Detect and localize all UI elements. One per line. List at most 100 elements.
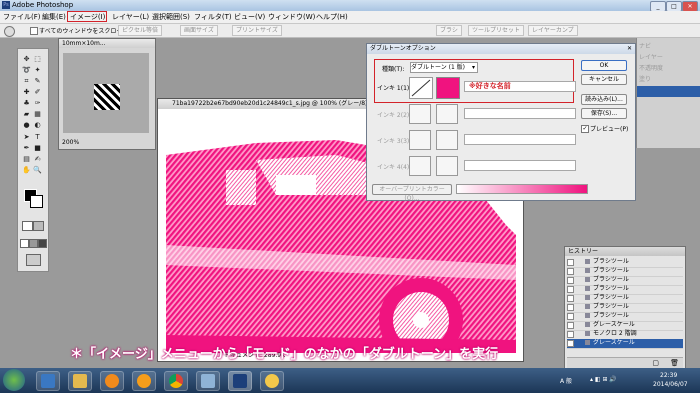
path-selection-tool-icon[interactable]: ➤ (22, 133, 31, 142)
duotone-gradient-bar (456, 184, 588, 194)
clock-date[interactable]: 2014/06/07 (653, 381, 688, 388)
dialog-titlebar[interactable]: ダブルトーンオプション ✕ (367, 44, 635, 54)
document-title: 71ba19722b2e67bd90eb20d1c24849c1_s.jpg @… (172, 100, 368, 107)
tab-tool-presets[interactable]: ツールプリセット (468, 25, 525, 36)
cancel-button[interactable]: キャンセル (581, 74, 627, 85)
ink3-color-swatch[interactable] (436, 130, 458, 150)
standard-mode-icon[interactable] (22, 221, 33, 231)
ok-button[interactable]: OK (581, 60, 627, 71)
save-button[interactable]: 保存(S)... (581, 108, 627, 119)
clock-time[interactable]: 22:39 (660, 372, 677, 379)
brush-icon (585, 259, 590, 264)
overprint-colors-button[interactable]: オーバープリントカラー(O)... (372, 184, 452, 202)
shape-tool-icon[interactable]: ■ (33, 144, 42, 153)
stripe-pattern-image (94, 84, 120, 110)
ink1-name-field[interactable]: ※好きな名前 (464, 81, 576, 92)
new-snapshot-icon[interactable]: ▢ (652, 359, 659, 367)
magic-wand-tool-icon[interactable]: ✦ (33, 66, 42, 75)
scroll-all-checkbox[interactable] (30, 27, 38, 35)
gradient-tool-icon[interactable]: ▦ (33, 110, 42, 119)
tab-layer-comps[interactable]: レイヤーカンプ (528, 25, 578, 36)
brush-icon (585, 304, 590, 309)
marquee-tool-icon[interactable]: ⬚ (33, 55, 42, 64)
menu-window[interactable]: ウィンドウ(W) (268, 12, 315, 22)
ink2-curve-box[interactable] (409, 104, 431, 124)
orange-app-taskbar-icon[interactable] (132, 371, 156, 391)
eraser-tool-icon[interactable]: ▰ (22, 110, 31, 119)
fit-screen-button[interactable]: 画面サイズ (180, 25, 218, 36)
menu-edit[interactable]: 編集(E) (42, 12, 66, 22)
blur-tool-icon[interactable]: ● (22, 121, 31, 130)
chrome-taskbar-icon[interactable] (164, 371, 188, 391)
menu-file[interactable]: ファイル(F) (3, 12, 41, 22)
type-select[interactable]: ダブルトーン (1 版) ▾ (410, 62, 478, 73)
screen-mode-3-icon[interactable] (38, 239, 47, 248)
grayscale-icon (585, 340, 590, 345)
folder-taskbar-icon[interactable] (68, 371, 92, 391)
clone-stamp-tool-icon[interactable]: ♣ (22, 99, 31, 108)
ink2-color-swatch[interactable] (436, 104, 458, 124)
explorer-taskbar-icon[interactable] (36, 371, 60, 391)
layer-row-background[interactable] (637, 86, 700, 97)
menu-filter[interactable]: フィルタ(T) (194, 12, 232, 22)
eyedropper-tool-icon[interactable]: ✍ (33, 155, 42, 164)
dialog-close-icon[interactable]: ✕ (627, 44, 632, 54)
menu-select[interactable]: 選択範囲(S) (152, 12, 190, 22)
ink3-curve-box[interactable] (409, 130, 431, 150)
hand-tool-icon[interactable] (4, 26, 15, 37)
layers-tab[interactable]: レイヤー (639, 52, 663, 61)
ink2-name-field[interactable] (464, 108, 576, 119)
jump-to-imageready-icon[interactable] (26, 254, 41, 266)
notes-tool-icon[interactable]: ▤ (22, 155, 31, 164)
hand-tool-icon[interactable]: ✋ (22, 166, 31, 175)
ink3-label: インキ 3(3): (377, 138, 412, 145)
preview-label: プレビュー(P) (590, 126, 629, 133)
ink1-color-swatch[interactable] (436, 77, 460, 99)
media-player-taskbar-icon[interactable] (100, 371, 124, 391)
pen-tool-icon[interactable]: ✒ (22, 144, 31, 153)
ink3-name-field[interactable] (464, 134, 576, 145)
actual-pixels-button[interactable]: ピクセル等倍 (118, 25, 163, 36)
ime-indicator[interactable]: A 般 (560, 376, 572, 385)
menu-layer[interactable]: レイヤー(L) (112, 12, 149, 22)
photoshop-taskbar-icon[interactable] (228, 371, 252, 391)
ink1-curve-box[interactable] (409, 77, 433, 99)
healing-brush-tool-icon[interactable]: ✚ (22, 88, 31, 97)
ink4-color-swatch[interactable] (436, 156, 458, 176)
tab-brushes[interactable]: ブラシ (436, 25, 462, 36)
ink4-name-field[interactable] (464, 160, 576, 171)
history-titlebar[interactable]: ヒストリー (565, 247, 685, 256)
quick-mask-icon[interactable] (33, 221, 44, 231)
trash-icon[interactable]: 🗑 (670, 359, 679, 367)
brush-tool-icon[interactable]: ✐ (33, 88, 42, 97)
crop-tool-icon[interactable]: ⌗ (22, 77, 31, 86)
menu-view[interactable]: ビュー(V) (234, 12, 265, 22)
brush-icon (585, 268, 590, 273)
navigator-tab[interactable]: ナビ (639, 41, 651, 50)
small-document-titlebar[interactable]: 10mm×10m... (59, 39, 155, 48)
lasso-tool-icon[interactable]: ➰ (22, 66, 31, 75)
brush-icon (585, 286, 590, 291)
fill-label: 塗り (639, 76, 652, 83)
zoom-tool-icon[interactable]: 🔍 (33, 166, 42, 175)
move-tool-icon[interactable]: ✥ (22, 55, 31, 64)
background-color-swatch[interactable] (30, 195, 43, 208)
screen-mode-2-icon[interactable] (29, 239, 38, 248)
right-panel: ナビ レイヤー 不透明度 塗り (636, 38, 700, 148)
slice-tool-icon[interactable]: ✎ (33, 77, 42, 86)
start-button[interactable] (3, 369, 25, 391)
load-button[interactable]: 読み込み(L)... (581, 94, 627, 105)
type-tool-icon[interactable]: T (33, 133, 42, 142)
taskbar: A 般 ▴ ◧ ⊞ 🔊 22:39 2014/06/07 (0, 368, 700, 393)
history-brush-tool-icon[interactable]: ✑ (33, 99, 42, 108)
tray-icons[interactable]: ▴ ◧ ⊞ 🔊 (590, 376, 617, 383)
screen-mode-1-icon[interactable] (20, 239, 29, 248)
print-size-button[interactable]: プリントサイズ (232, 25, 282, 36)
ink4-curve-box[interactable] (409, 156, 431, 176)
flower-app-taskbar-icon[interactable] (260, 371, 284, 391)
dodge-tool-icon[interactable]: ◐ (33, 121, 42, 130)
menu-help[interactable]: ヘルプ(H) (316, 12, 348, 22)
generic-app-taskbar-icon[interactable] (196, 371, 220, 391)
preview-checkbox[interactable]: ✓ (581, 125, 589, 133)
history-item-selected[interactable]: グレースケール (567, 339, 683, 349)
